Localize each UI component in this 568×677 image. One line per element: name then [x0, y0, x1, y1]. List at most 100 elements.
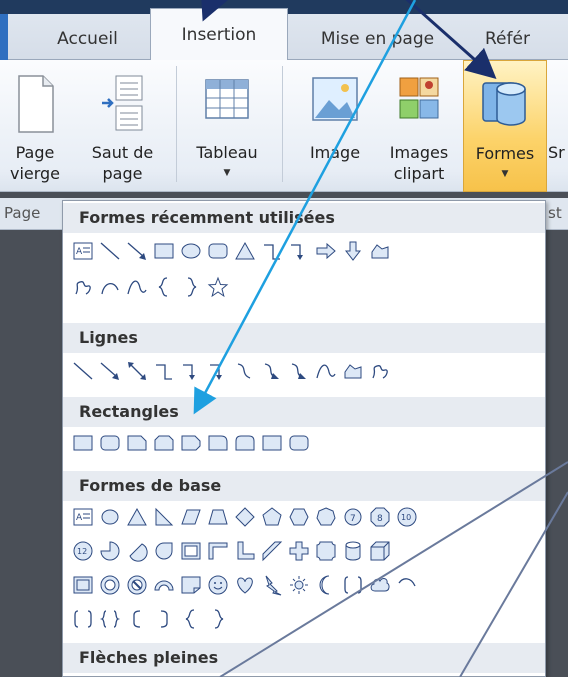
curvedline-icon[interactable]	[231, 357, 258, 384]
curvedarrow-icon[interactable]	[258, 357, 285, 384]
chord-icon[interactable]	[123, 537, 150, 564]
elbow-icon[interactable]	[258, 237, 285, 264]
freeform-icon[interactable]	[366, 237, 393, 264]
lshape-icon[interactable]	[231, 537, 258, 564]
arrow-icon[interactable]	[123, 237, 150, 264]
folded-icon[interactable]	[177, 571, 204, 598]
dblarrow-icon[interactable]	[123, 357, 150, 384]
saut-de-page-button[interactable]: Saut de page	[80, 60, 165, 194]
trap-icon[interactable]	[204, 503, 231, 530]
scribble-icon[interactable]	[69, 273, 96, 300]
rbracket-icon[interactable]	[150, 605, 177, 632]
ellipse-icon[interactable]	[177, 237, 204, 264]
snip2-icon[interactable]	[150, 429, 177, 456]
lbrace-icon[interactable]	[177, 605, 204, 632]
bevel-icon[interactable]	[69, 571, 96, 598]
moon-icon[interactable]	[312, 571, 339, 598]
tab-accueil[interactable]: Accueil	[30, 18, 145, 60]
textbox-icon[interactable]: A	[69, 503, 96, 530]
lbracket-icon[interactable]	[123, 605, 150, 632]
tri-icon[interactable]	[231, 237, 258, 264]
snip3-icon[interactable]	[177, 429, 204, 456]
diagstripe-icon[interactable]	[258, 537, 285, 564]
tableau-button[interactable]: Tableau ▼	[182, 60, 272, 194]
rtri-icon[interactable]	[150, 503, 177, 530]
page-vierge-button[interactable]: Page vierge	[0, 60, 70, 194]
heart-icon[interactable]	[231, 571, 258, 598]
para-icon[interactable]	[177, 503, 204, 530]
diamond-icon[interactable]	[231, 503, 258, 530]
snip1-icon[interactable]	[123, 429, 150, 456]
curvedarrow-icon[interactable]	[285, 357, 312, 384]
n10-icon[interactable]: 10	[393, 503, 420, 530]
nosymbol-icon[interactable]	[123, 571, 150, 598]
smiley-icon[interactable]	[204, 571, 231, 598]
elbowarrow-icon[interactable]	[204, 357, 231, 384]
elbowarrow-icon[interactable]	[177, 357, 204, 384]
formes-button[interactable]: Formes ▼	[463, 60, 547, 192]
dblbracket-icon[interactable]	[339, 571, 366, 598]
curve-icon[interactable]	[312, 357, 339, 384]
blockarc-icon[interactable]	[150, 571, 177, 598]
line-icon[interactable]	[96, 237, 123, 264]
can-icon[interactable]	[339, 537, 366, 564]
curve-icon[interactable]	[123, 273, 150, 300]
frame-icon[interactable]	[177, 537, 204, 564]
n12-icon[interactable]: 12	[69, 537, 96, 564]
arcshape-icon[interactable]	[393, 571, 420, 598]
rr3-icon[interactable]	[231, 429, 258, 456]
n7-icon[interactable]: 7	[339, 503, 366, 530]
heptagon-icon[interactable]	[312, 503, 339, 530]
rightarrow-icon[interactable]	[312, 237, 339, 264]
n8-icon[interactable]: 8	[366, 503, 393, 530]
rrect-icon[interactable]	[285, 429, 312, 456]
rrect-icon[interactable]	[96, 429, 123, 456]
arc-icon[interactable]	[96, 273, 123, 300]
smartart-button[interactable]: Sr	[548, 60, 568, 194]
oval-icon[interactable]	[96, 503, 123, 530]
arrow-icon[interactable]	[96, 357, 123, 384]
tab-references[interactable]: Référ	[485, 18, 568, 60]
tab-insertion[interactable]: Insertion	[150, 8, 288, 61]
donut-icon[interactable]	[96, 571, 123, 598]
pie-icon[interactable]	[96, 537, 123, 564]
rbrace-icon[interactable]	[204, 605, 231, 632]
table-icon	[205, 79, 249, 119]
rrect-icon[interactable]	[204, 237, 231, 264]
elbowarrow-icon[interactable]	[285, 237, 312, 264]
line-icon[interactable]	[69, 357, 96, 384]
textbox-icon[interactable]: A	[69, 237, 96, 264]
pentagon-icon[interactable]	[258, 503, 285, 530]
blank-page-icon	[18, 75, 54, 133]
page-break-icon	[101, 75, 142, 131]
file-tab-edge[interactable]	[0, 14, 8, 60]
lightning-icon[interactable]	[258, 571, 285, 598]
rect-icon[interactable]	[258, 429, 285, 456]
dblbracket-icon[interactable]	[69, 605, 96, 632]
freeform-icon[interactable]	[339, 357, 366, 384]
sun-icon[interactable]	[285, 571, 312, 598]
rbrace-icon[interactable]	[177, 273, 204, 300]
tri-icon[interactable]	[123, 503, 150, 530]
images-clipart-button[interactable]: Images clipart	[378, 60, 460, 194]
elbow-icon[interactable]	[150, 357, 177, 384]
scribble-icon[interactable]	[366, 357, 393, 384]
tear-icon[interactable]	[150, 537, 177, 564]
basic-shapes-row-1: A 7 8 10	[69, 503, 420, 530]
halfframe-icon[interactable]	[204, 537, 231, 564]
rect-icon[interactable]	[150, 237, 177, 264]
image-button[interactable]: Image	[296, 60, 374, 194]
star-icon[interactable]	[204, 273, 231, 300]
dblbrace-icon[interactable]	[96, 605, 123, 632]
lbrace-icon[interactable]	[150, 273, 177, 300]
cube-icon[interactable]	[366, 537, 393, 564]
rr2-icon[interactable]	[204, 429, 231, 456]
downarrow-icon[interactable]	[339, 237, 366, 264]
plus-icon[interactable]	[285, 537, 312, 564]
rect-icon[interactable]	[69, 429, 96, 456]
plaque-icon[interactable]	[312, 537, 339, 564]
cloud-icon[interactable]	[366, 571, 393, 598]
tab-mise-en-page[interactable]: Mise en page	[300, 18, 455, 60]
hexagon-icon[interactable]	[285, 503, 312, 530]
chevron-down-icon: ▼	[501, 169, 509, 179]
